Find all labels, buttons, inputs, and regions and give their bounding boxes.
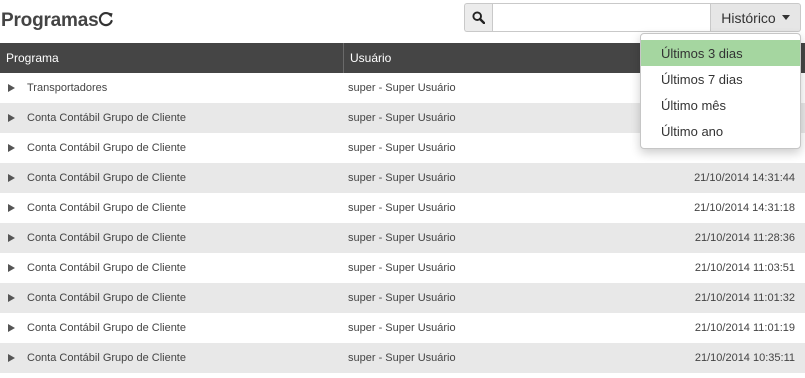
history-label: Histórico: [721, 9, 776, 26]
date-cell: 21/10/2014 11:01:32: [694, 292, 795, 304]
expand-arrow-icon[interactable]: [8, 294, 15, 302]
history-option-7-days[interactable]: Últimos 7 dias: [641, 66, 800, 92]
program-name: Conta Contábil Grupo de Cliente: [27, 292, 186, 304]
program-name: Conta Contábil Grupo de Cliente: [27, 352, 186, 364]
program-name: Conta Contábil Grupo de Cliente: [27, 172, 186, 184]
table-row[interactable]: Conta Contábil Grupo de Cliente super - S…: [0, 223, 805, 253]
program-name: Conta Contábil Grupo de Cliente: [27, 322, 186, 334]
caret-down-icon: [781, 15, 790, 20]
column-header-programa[interactable]: Programa: [0, 43, 344, 73]
page-title: Programas: [1, 10, 99, 31]
expand-arrow-icon[interactable]: [8, 144, 15, 152]
expand-arrow-icon[interactable]: [8, 354, 15, 362]
program-cell: Conta Contábil Grupo de Cliente: [0, 142, 344, 154]
expand-arrow-icon[interactable]: [8, 234, 15, 242]
table-row[interactable]: Conta Contábil Grupo de Cliente super - S…: [0, 253, 805, 283]
history-dropdown-menu: Últimos 3 dias Últimos 7 dias Último mês…: [640, 33, 801, 149]
expand-arrow-icon[interactable]: [8, 324, 15, 332]
program-cell: Conta Contábil Grupo de Cliente: [0, 262, 344, 274]
user-cell: super - Super Usuário: [348, 352, 456, 364]
program-name: Conta Contábil Grupo de Cliente: [27, 112, 186, 124]
program-name: Transportadores: [27, 82, 108, 94]
program-cell: Transportadores: [0, 82, 344, 94]
user-cell: super - Super Usuário: [348, 322, 456, 334]
user-cell: super - Super Usuário: [348, 262, 456, 274]
user-cell: super - Super Usuário: [348, 292, 456, 304]
search-button[interactable]: [464, 3, 492, 32]
program-cell: Conta Contábil Grupo de Cliente: [0, 172, 344, 184]
table-row[interactable]: Conta Contábil Grupo de Cliente super - S…: [0, 163, 805, 193]
search-group: Histórico: [464, 3, 801, 32]
user-cell: super - Super Usuário: [348, 172, 456, 184]
expand-arrow-icon[interactable]: [8, 174, 15, 182]
program-cell: Conta Contábil Grupo de Cliente: [0, 292, 344, 304]
expand-arrow-icon[interactable]: [8, 264, 15, 272]
expand-arrow-icon[interactable]: [8, 84, 15, 92]
date-cell: 21/10/2014 14:31:18: [694, 202, 795, 214]
user-cell: super - Super Usuário: [348, 112, 456, 124]
date-cell: 21/10/2014 11:28:36: [694, 232, 795, 244]
program-name: Conta Contábil Grupo de Cliente: [27, 232, 186, 244]
program-cell: Conta Contábil Grupo de Cliente: [0, 112, 344, 124]
history-dropdown-button[interactable]: Histórico: [711, 3, 801, 32]
table-row[interactable]: Conta Contábil Grupo de Cliente super - S…: [0, 193, 805, 223]
date-cell: 21/10/2014 14:31:44: [694, 172, 795, 184]
program-name: Conta Contábil Grupo de Cliente: [27, 142, 186, 154]
program-cell: Conta Contábil Grupo de Cliente: [0, 232, 344, 244]
program-cell: Conta Contábil Grupo de Cliente: [0, 202, 344, 214]
history-option-3-days[interactable]: Últimos 3 dias: [641, 40, 800, 66]
user-cell: super - Super Usuário: [348, 142, 456, 154]
search-input[interactable]: [492, 3, 711, 32]
expand-arrow-icon[interactable]: [8, 114, 15, 122]
history-option-year[interactable]: Último ano: [641, 118, 800, 144]
table-row[interactable]: Conta Contábil Grupo de Cliente super - S…: [0, 313, 805, 343]
expand-arrow-icon[interactable]: [8, 204, 15, 212]
date-cell: 21/10/2014 11:01:19: [694, 322, 795, 334]
table-row[interactable]: Conta Contábil Grupo de Cliente super - S…: [0, 283, 805, 313]
search-icon: [472, 11, 485, 24]
program-name: Conta Contábil Grupo de Cliente: [27, 262, 186, 274]
history-option-month[interactable]: Último mês: [641, 92, 800, 118]
user-cell: super - Super Usuário: [348, 232, 456, 244]
program-cell: Conta Contábil Grupo de Cliente: [0, 352, 344, 364]
date-cell: 21/10/2014 10:35:11: [694, 352, 795, 364]
program-cell: Conta Contábil Grupo de Cliente: [0, 322, 344, 334]
refresh-icon[interactable]: [97, 10, 115, 28]
date-cell: 21/10/2014 11:03:51: [694, 262, 795, 274]
user-cell: super - Super Usuário: [348, 82, 456, 94]
user-cell: super - Super Usuário: [348, 202, 456, 214]
program-name: Conta Contábil Grupo de Cliente: [27, 202, 186, 214]
table-row[interactable]: Conta Contábil Grupo de Cliente super - S…: [0, 343, 805, 373]
